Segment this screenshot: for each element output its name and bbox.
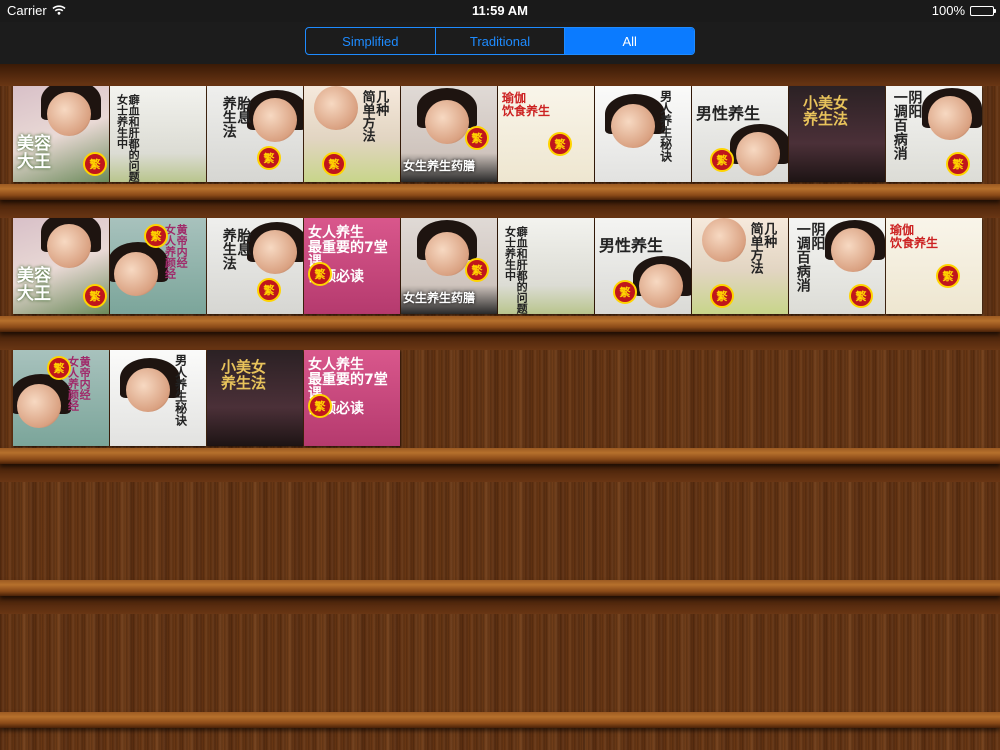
cover-portrait [314, 86, 358, 130]
traditional-badge-icon: 繁 [83, 152, 107, 176]
shelf-row: 美容 大王繁癖血和肝都的问题 女士养生中 胎息 养生法繁几种 简单方法繁女生养生药膳繁瑜伽… [13, 86, 983, 182]
traditional-badge-icon: 繁 [946, 152, 970, 176]
book-title: 小美女 养生法 [221, 358, 267, 392]
cover-portrait [114, 252, 158, 296]
book-title: 男人养生秘诀 [658, 90, 673, 162]
cover-portrait [736, 132, 780, 176]
cover-portrait [611, 104, 655, 148]
book-title: 女生养生药膳 [403, 291, 476, 305]
battery-group: 100% [931, 3, 996, 18]
shelf-plank [0, 448, 1000, 464]
book-cover[interactable]: 女生养生药膳 繁 [401, 218, 497, 314]
traditional-badge-icon: 繁 [257, 278, 281, 302]
shelf-plank [0, 184, 1000, 200]
cover-portrait [425, 100, 469, 144]
traditional-badge-icon: 繁 [548, 132, 572, 156]
book-cover[interactable]: 男性养生繁 [595, 218, 691, 314]
traditional-badge-icon: 繁 [613, 280, 637, 304]
book-title: 小美女 养生法 [803, 94, 849, 128]
cover-portrait [47, 92, 91, 136]
book-title: 美容 大王 [17, 266, 51, 304]
status-time: 11:59 AM [472, 3, 528, 18]
status-bar: Carrier 11:59 AM 100% [0, 0, 1000, 22]
shelf-plank [0, 712, 1000, 728]
shelf-back [0, 64, 1000, 86]
cover-portrait [831, 228, 875, 272]
book-cover[interactable]: 阴阳 一调百病消繁 [886, 86, 982, 182]
book-title: 几种 简单方法 [359, 90, 389, 142]
cover-portrait [47, 224, 91, 268]
traditional-badge-icon: 繁 [308, 262, 332, 286]
book-title: 胎息 养生法 [220, 228, 252, 270]
cover-portrait [425, 232, 469, 276]
book-cover[interactable]: 男性养生繁 [692, 86, 788, 182]
book-cover[interactable]: 男人养生秘诀 [595, 86, 691, 182]
book-cover[interactable]: 癖血和肝都的问题 女士养生中 [498, 218, 594, 314]
nav-bar: Simplified Traditional All [0, 22, 1000, 64]
traditional-badge-icon: 繁 [936, 264, 960, 288]
cover-portrait [639, 264, 683, 308]
traditional-badge-icon: 繁 [465, 126, 489, 150]
traditional-badge-icon: 繁 [465, 258, 489, 282]
book-cover[interactable]: 女人养生最重要的7堂课白领必读繁 [304, 350, 400, 446]
segment-traditional[interactable]: Traditional [436, 28, 566, 54]
book-title: 瑜伽 饮食养生 [890, 223, 939, 250]
book-cover[interactable]: 瑜伽 饮食养生繁 [498, 86, 594, 182]
bookshelf: 美容 大王繁癖血和肝都的问题 女士养生中 胎息 养生法繁几种 简单方法繁女生养生药膳繁瑜伽… [0, 64, 1000, 750]
book-cover[interactable]: 小美女 养生法 [207, 350, 303, 446]
traditional-badge-icon: 繁 [849, 284, 873, 308]
cover-portrait [253, 98, 297, 142]
traditional-badge-icon: 繁 [308, 394, 332, 418]
book-title: 女生养生药膳 [403, 159, 476, 173]
battery-percent: 100% [931, 3, 965, 18]
traditional-badge-icon: 繁 [322, 152, 346, 176]
book-title: 癖血和肝都的问题 女士养生中 [503, 226, 529, 314]
cover-portrait [253, 230, 297, 274]
cover-portrait [702, 218, 746, 262]
book-title: 瑜伽 饮食养生 [502, 91, 551, 118]
shelf-plank [0, 580, 1000, 596]
traditional-badge-icon: 繁 [47, 356, 71, 380]
book-cover[interactable]: 阴阳 一调百病消繁 [789, 218, 885, 314]
traditional-badge-icon: 繁 [710, 148, 734, 172]
battery-icon [970, 5, 996, 16]
traditional-badge-icon: 繁 [257, 146, 281, 170]
cover-portrait [126, 368, 170, 412]
language-segmented-control: Simplified Traditional All [305, 27, 695, 55]
book-title: 男性养生 [696, 104, 761, 123]
book-cover[interactable]: 男人养生秘诀 [110, 350, 206, 446]
cover-portrait [928, 96, 972, 140]
book-cover[interactable]: 黄帝内经 女人养颜经繁 [110, 218, 206, 314]
book-cover[interactable]: 癖血和肝都的问题 女士养生中 [110, 86, 206, 182]
book-title: 美容 大王 [17, 134, 51, 172]
book-title: 男性养生 [599, 236, 664, 255]
book-cover[interactable]: 女人养生最重要的7堂课白领必读繁 [304, 218, 400, 314]
book-cover[interactable]: 小美女 养生法 [789, 86, 885, 182]
book-cover[interactable]: 几种 简单方法繁 [692, 218, 788, 314]
book-cover[interactable]: 美容 大王 繁 [13, 218, 109, 314]
traditional-badge-icon: 繁 [144, 224, 168, 248]
cover-portrait [17, 384, 61, 428]
book-title: 几种 简单方法 [747, 222, 777, 274]
book-title: 癖血和肝都的问题 女士养生中 [115, 94, 141, 182]
book-cover[interactable]: 女生养生药膳 繁 [401, 86, 497, 182]
book-cover[interactable]: 美容 大王 繁 [13, 86, 109, 182]
traditional-badge-icon: 繁 [710, 284, 734, 308]
shelf-row: 黄帝内经女人养颜经繁 男人养生秘诀 小美女养生法 女人养生最重要的7堂课白领必读繁 [13, 350, 401, 446]
shelf-plank [0, 316, 1000, 332]
segment-all[interactable]: All [565, 28, 694, 54]
book-cover[interactable]: 几种 简单方法繁 [304, 86, 400, 182]
traditional-badge-icon: 繁 [83, 284, 107, 308]
book-title: 男人养生秘诀 [173, 354, 188, 426]
book-cover[interactable]: 胎息 养生法繁 [207, 86, 303, 182]
book-title: 阴阳 一调百病消 [794, 222, 826, 292]
segment-simplified[interactable]: Simplified [306, 28, 436, 54]
book-title: 胎息 养生法 [220, 96, 252, 138]
shelf-row: 美容大王繁黄帝内经女人养颜经繁胎息养生法繁女人养生最重要的7堂课白领必读繁女生养… [13, 218, 983, 314]
book-cover[interactable]: 胎息 养生法繁 [207, 218, 303, 314]
book-title: 阴阳 一调百病消 [891, 90, 923, 160]
book-cover[interactable]: 黄帝内经 女人养颜经繁 [13, 350, 109, 446]
book-cover[interactable]: 瑜伽 饮食养生繁 [886, 218, 982, 314]
